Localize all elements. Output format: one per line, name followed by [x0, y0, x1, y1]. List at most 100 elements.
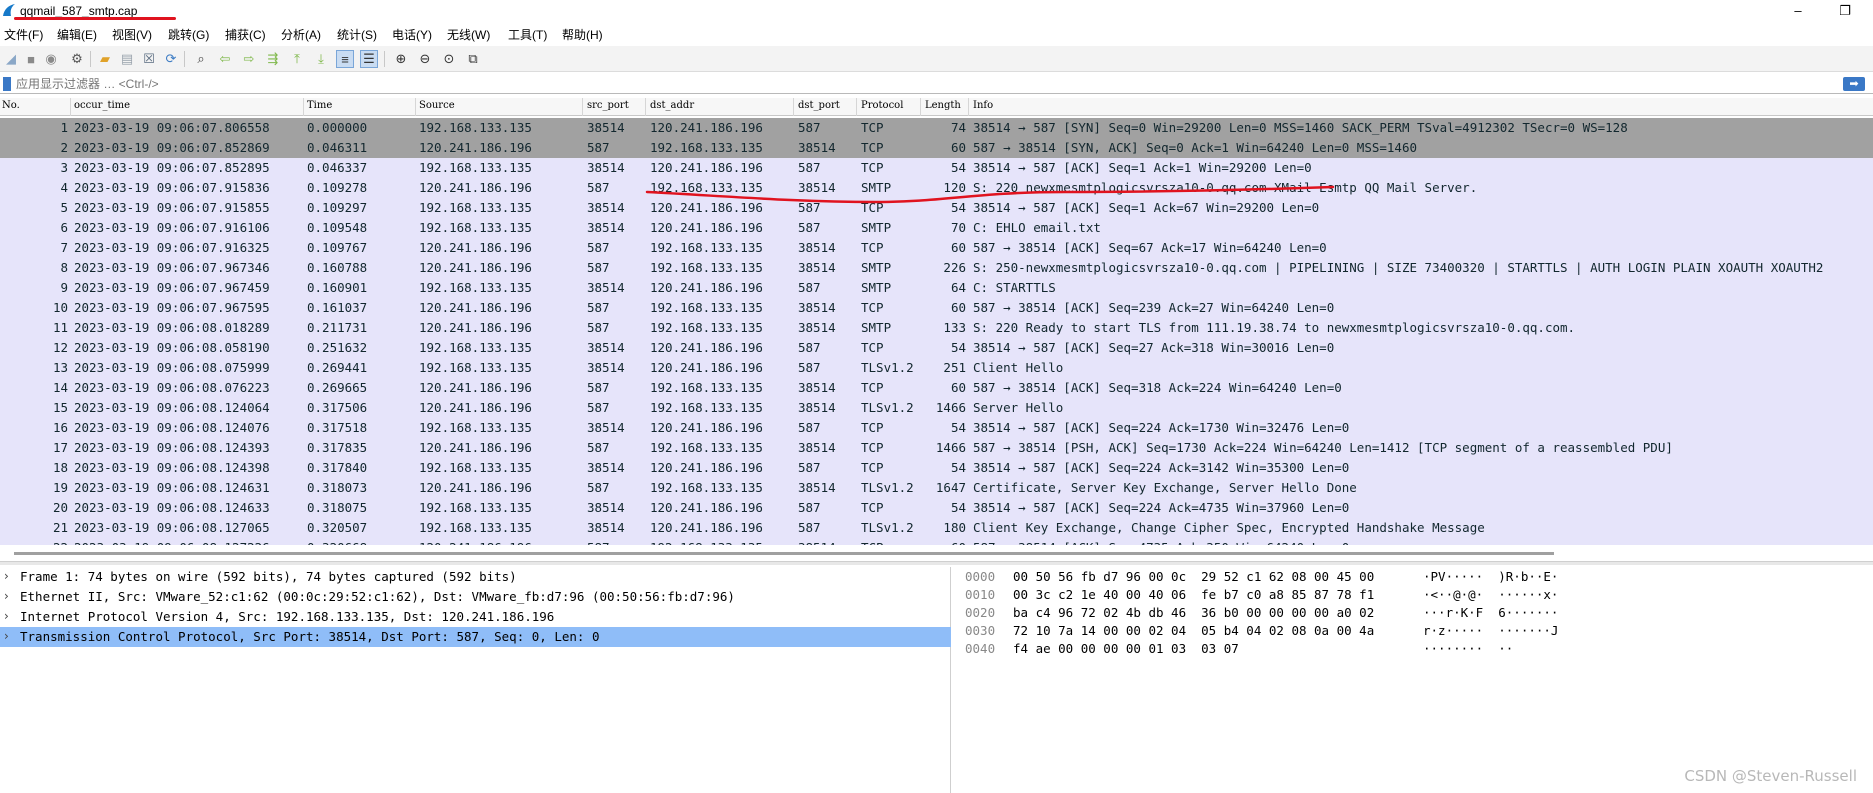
bytes-ascii[interactable]: ········ ·· [1423, 641, 1513, 656]
bytes-hex[interactable]: ba c4 96 72 02 4b db 46 36 b0 00 00 00 0… [1013, 605, 1374, 620]
resize-columns-icon[interactable]: ⧉ [464, 50, 482, 68]
menu-go[interactable]: 跳转(G) [168, 26, 209, 43]
zoom-in-icon[interactable]: ⊕ [392, 50, 410, 68]
packet-row[interactable]: 2 2023-03-19 09:06:07.852869 0.046311 120.2… [0, 138, 1873, 158]
column-separator[interactable] [920, 98, 921, 116]
options-gear-icon[interactable]: ⚙ [68, 50, 86, 68]
packet-row[interactable]: 8 2023-03-19 09:06:07.967346 0.160788 120.2… [0, 258, 1873, 278]
open-folder-icon[interactable]: ▰ [96, 50, 114, 68]
column-header-dst-port[interactable]: dst_port [798, 100, 840, 111]
expand-arrow-icon[interactable]: › [4, 569, 9, 583]
bytes-hex[interactable]: f4 ae 00 00 00 00 01 03 03 07 [1013, 641, 1239, 656]
bytes-hex[interactable]: 00 50 56 fb d7 96 00 0c 29 52 c1 62 08 0… [1013, 569, 1374, 584]
restore-button[interactable]: ❐ [1827, 2, 1863, 20]
detail-row-tcp[interactable]: › Transmission Control Protocol, Src Por… [0, 627, 951, 647]
column-separator[interactable] [415, 98, 416, 116]
menu-edit[interactable]: 编辑(E) [57, 26, 97, 43]
save-icon[interactable]: ▤ [118, 50, 136, 68]
shark-fin-start-icon[interactable]: ◢ [2, 50, 20, 68]
packet-row[interactable]: 17 2023-03-19 09:06:08.124393 0.317835 120.… [0, 438, 1873, 458]
menu-file[interactable]: 文件(F) [4, 26, 43, 43]
find-icon[interactable]: ⌕ [192, 50, 210, 68]
autoscroll-icon[interactable]: ≡ [336, 50, 354, 68]
go-first-icon[interactable]: ⤒ [288, 50, 306, 68]
column-header-dst-addr[interactable]: dst_addr [650, 100, 694, 111]
colorize-icon[interactable]: ☰ [360, 50, 378, 68]
column-header-source[interactable]: Source [419, 100, 455, 111]
column-separator[interactable] [856, 98, 857, 116]
packet-row[interactable]: 21 2023-03-19 09:06:08.127065 0.320507 192.… [0, 518, 1873, 538]
bytes-hex[interactable]: 00 3c c2 1e 40 00 40 06 fe b7 c0 a8 85 8… [1013, 587, 1374, 602]
restart-icon[interactable]: ◉ [42, 50, 60, 68]
column-header-occur-time[interactable]: occur_time [74, 100, 130, 111]
packet-row[interactable]: 7 2023-03-19 09:06:07.916325 0.109767 120.2… [0, 238, 1873, 258]
column-header-protocol[interactable]: Protocol [861, 100, 903, 111]
column-separator[interactable] [70, 98, 71, 116]
filter-bookmark-icon[interactable] [3, 77, 11, 91]
pane-splitter[interactable] [0, 561, 1873, 565]
zoom-out-icon[interactable]: ⊖ [416, 50, 434, 68]
packet-list-horizontal-scrollbar[interactable] [0, 549, 1873, 559]
zoom-normal-icon[interactable]: ⊙ [440, 50, 458, 68]
go-forward-icon[interactable]: ⇨ [240, 50, 258, 68]
scrollbar-thumb[interactable] [14, 552, 1554, 555]
expand-arrow-icon[interactable]: › [4, 609, 9, 623]
menu-telephony[interactable]: 电话(Y) [392, 26, 432, 43]
packet-row[interactable]: 22 2023-03-19 09:06:08.127226 0.320668 120.… [0, 538, 1873, 545]
expand-arrow-icon[interactable]: › [4, 589, 9, 603]
packet-row[interactable]: 10 2023-03-19 09:06:07.967595 0.161037 120.… [0, 298, 1873, 318]
column-separator[interactable] [793, 98, 794, 116]
packet-row[interactable]: 4 2023-03-19 09:06:07.915836 0.109278 120.2… [0, 178, 1873, 198]
display-filter-input[interactable] [16, 75, 1836, 93]
menu-statistics[interactable]: 统计(S) [337, 26, 377, 43]
packet-list[interactable]: No. occur_time Time Source src_port dst_… [0, 98, 1873, 545]
column-separator[interactable] [582, 98, 583, 116]
packet-row[interactable]: 18 2023-03-19 09:06:08.124398 0.317840 192.… [0, 458, 1873, 478]
reload-icon[interactable]: ⟳ [162, 50, 180, 68]
detail-row-frame[interactable]: › Frame 1: 74 bytes on wire (592 bits), … [0, 567, 951, 587]
packet-row[interactable]: 5 2023-03-19 09:06:07.915855 0.109297 192.1… [0, 198, 1873, 218]
packet-bytes-pane[interactable]: 0000 00 50 56 fb d7 96 00 0c 29 52 c1 62… [957, 567, 1873, 793]
stop-icon[interactable]: ■ [22, 50, 40, 68]
bytes-ascii[interactable]: r·z····· ·······J [1423, 623, 1558, 638]
apply-filter-button[interactable]: ➡ [1843, 77, 1865, 91]
menu-analyze[interactable]: 分析(A) [281, 26, 321, 43]
bytes-ascii[interactable]: ···r·K·F 6······· [1423, 605, 1558, 620]
bytes-ascii[interactable]: ·<··@·@· ······x· [1423, 587, 1558, 602]
column-header-time[interactable]: Time [307, 100, 332, 111]
packet-row[interactable]: 20 2023-03-19 09:06:08.124633 0.318075 192.… [0, 498, 1873, 518]
detail-row-ipv4[interactable]: › Internet Protocol Version 4, Src: 192.… [0, 607, 951, 627]
column-header-src-port[interactable]: src_port [587, 100, 629, 111]
detail-row-ethernet[interactable]: › Ethernet II, Src: VMware_52:c1:62 (00:… [0, 587, 951, 607]
packet-row[interactable]: 9 2023-03-19 09:06:07.967459 0.160901 192.1… [0, 278, 1873, 298]
column-separator[interactable] [968, 98, 969, 116]
column-header-no[interactable]: No. [2, 100, 20, 111]
packet-row[interactable]: 6 2023-03-19 09:06:07.916106 0.109548 192.1… [0, 218, 1873, 238]
close-file-icon[interactable]: ☒ [140, 50, 158, 68]
packet-row[interactable]: 11 2023-03-19 09:06:08.018289 0.211731 120.… [0, 318, 1873, 338]
column-separator[interactable] [303, 98, 304, 116]
packet-row[interactable]: 13 2023-03-19 09:06:08.075999 0.269441 192.… [0, 358, 1873, 378]
packet-row[interactable]: 16 2023-03-19 09:06:08.124076 0.317518 192.… [0, 418, 1873, 438]
menu-capture[interactable]: 捕获(C) [225, 26, 266, 43]
column-separator[interactable] [645, 98, 646, 116]
expand-arrow-icon[interactable]: › [4, 629, 9, 643]
menu-wireless[interactable]: 无线(W) [447, 26, 490, 43]
menu-tools[interactable]: 工具(T) [508, 26, 547, 43]
go-to-packet-icon[interactable]: ⇶ [264, 50, 282, 68]
packet-row[interactable]: 12 2023-03-19 09:06:08.058190 0.251632 192.… [0, 338, 1873, 358]
column-header-info[interactable]: Info [973, 100, 993, 111]
packet-row[interactable]: 15 2023-03-19 09:06:08.124064 0.317506 120.… [0, 398, 1873, 418]
go-last-icon[interactable]: ⤓ [312, 50, 330, 68]
packet-row[interactable]: 3 2023-03-19 09:06:07.852895 0.046337 192.1… [0, 158, 1873, 178]
packet-row[interactable]: 1 2023-03-19 09:06:07.806558 0.000000 192.1… [0, 118, 1873, 138]
bytes-hex[interactable]: 72 10 7a 14 00 00 02 04 05 b4 04 02 08 0… [1013, 623, 1374, 638]
go-back-icon[interactable]: ⇦ [216, 50, 234, 68]
bytes-ascii[interactable]: ·PV····· )R·b··E· [1423, 569, 1558, 584]
menu-view[interactable]: 视图(V) [112, 26, 152, 43]
packet-row[interactable]: 14 2023-03-19 09:06:08.076223 0.269665 120.… [0, 378, 1873, 398]
packet-row[interactable]: 19 2023-03-19 09:06:08.124631 0.318073 120.… [0, 478, 1873, 498]
column-header-length[interactable]: Length [925, 100, 961, 111]
minimize-button[interactable]: – [1780, 2, 1816, 20]
menu-help[interactable]: 帮助(H) [562, 26, 603, 43]
